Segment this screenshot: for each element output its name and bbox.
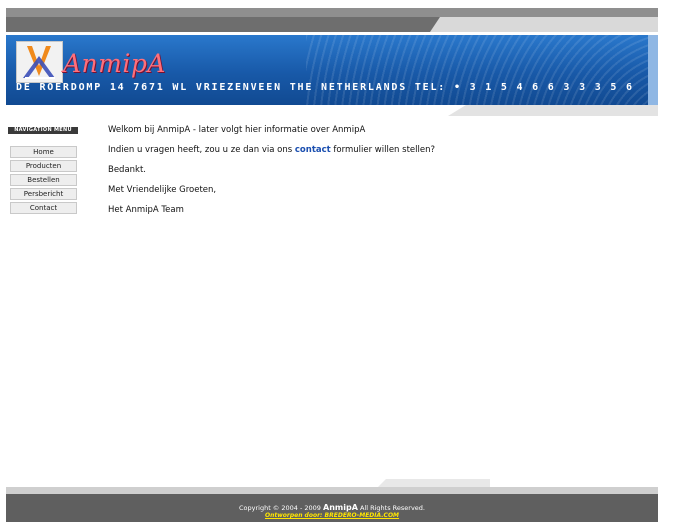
header-wave-pattern — [306, 35, 658, 105]
copyright-line: Copyright © 2004 - 2009 AnmipA All Right… — [6, 503, 658, 512]
main-content: Welkom bij AnmipA - later volgt hier inf… — [108, 126, 648, 226]
company-address: DE ROERDOMP 14 7671 WL VRIEZENVEEN THE N… — [16, 82, 634, 93]
brand-logo-text: AnmipA — [63, 49, 166, 78]
credit-link[interactable]: BREDERO-MEDIA.COM — [325, 512, 399, 519]
footer-brand: AnmipA — [323, 503, 358, 512]
nav-item-bestellen[interactable]: Bestellen — [10, 174, 77, 186]
contact-text-before: Indien u vragen heeft, zou u ze dan via … — [108, 145, 295, 155]
signature-text: Het AnmipA Team — [108, 205, 184, 215]
copyright-before: Copyright © 2004 - 2009 — [238, 504, 324, 512]
nav-item-producten[interactable]: Producten — [10, 160, 77, 172]
top-decor-bar — [6, 8, 658, 32]
copyright-after: All Rights Reserved. — [357, 504, 425, 512]
credit-line: Ontworpen door: BREDERO-MEDIA.COM — [6, 512, 658, 519]
top-decor-strip — [6, 8, 658, 17]
header-sub-band-tab — [448, 105, 658, 116]
logo-icon — [16, 41, 63, 83]
site-header: AnmipA DE ROERDOMP 14 7671 WL VRIEZENVEE… — [6, 35, 658, 105]
header-sub-band — [6, 105, 658, 118]
nav-item-persbericht[interactable]: Persbericht — [10, 188, 77, 200]
navigation-menu: Home Producten Bestellen Persbericht Con… — [10, 146, 77, 216]
contact-link[interactable]: contact — [295, 145, 331, 155]
header-edge-shade — [648, 35, 658, 105]
welcome-text: Welkom bij AnmipA - later volgt hier inf… — [108, 125, 366, 135]
greeting-text: Met Vriendelijke Groeten, — [108, 185, 217, 195]
footer-decor-tab — [378, 479, 490, 487]
site-footer: Copyright © 2004 - 2009 AnmipA All Right… — [6, 494, 658, 522]
nav-item-contact[interactable]: Contact — [10, 202, 77, 214]
contact-text-after: formulier willen stellen? — [330, 145, 435, 155]
nav-item-home[interactable]: Home — [10, 146, 77, 158]
contact-text: Indien u vragen heeft, zou u ze dan via … — [108, 146, 648, 155]
navigation-menu-heading: NAVIGATION MENU — [8, 127, 78, 134]
top-decor-notch — [430, 17, 658, 32]
credit-label: Ontworpen door: — [264, 512, 325, 519]
thanks-text: Bedankt. — [108, 165, 147, 175]
